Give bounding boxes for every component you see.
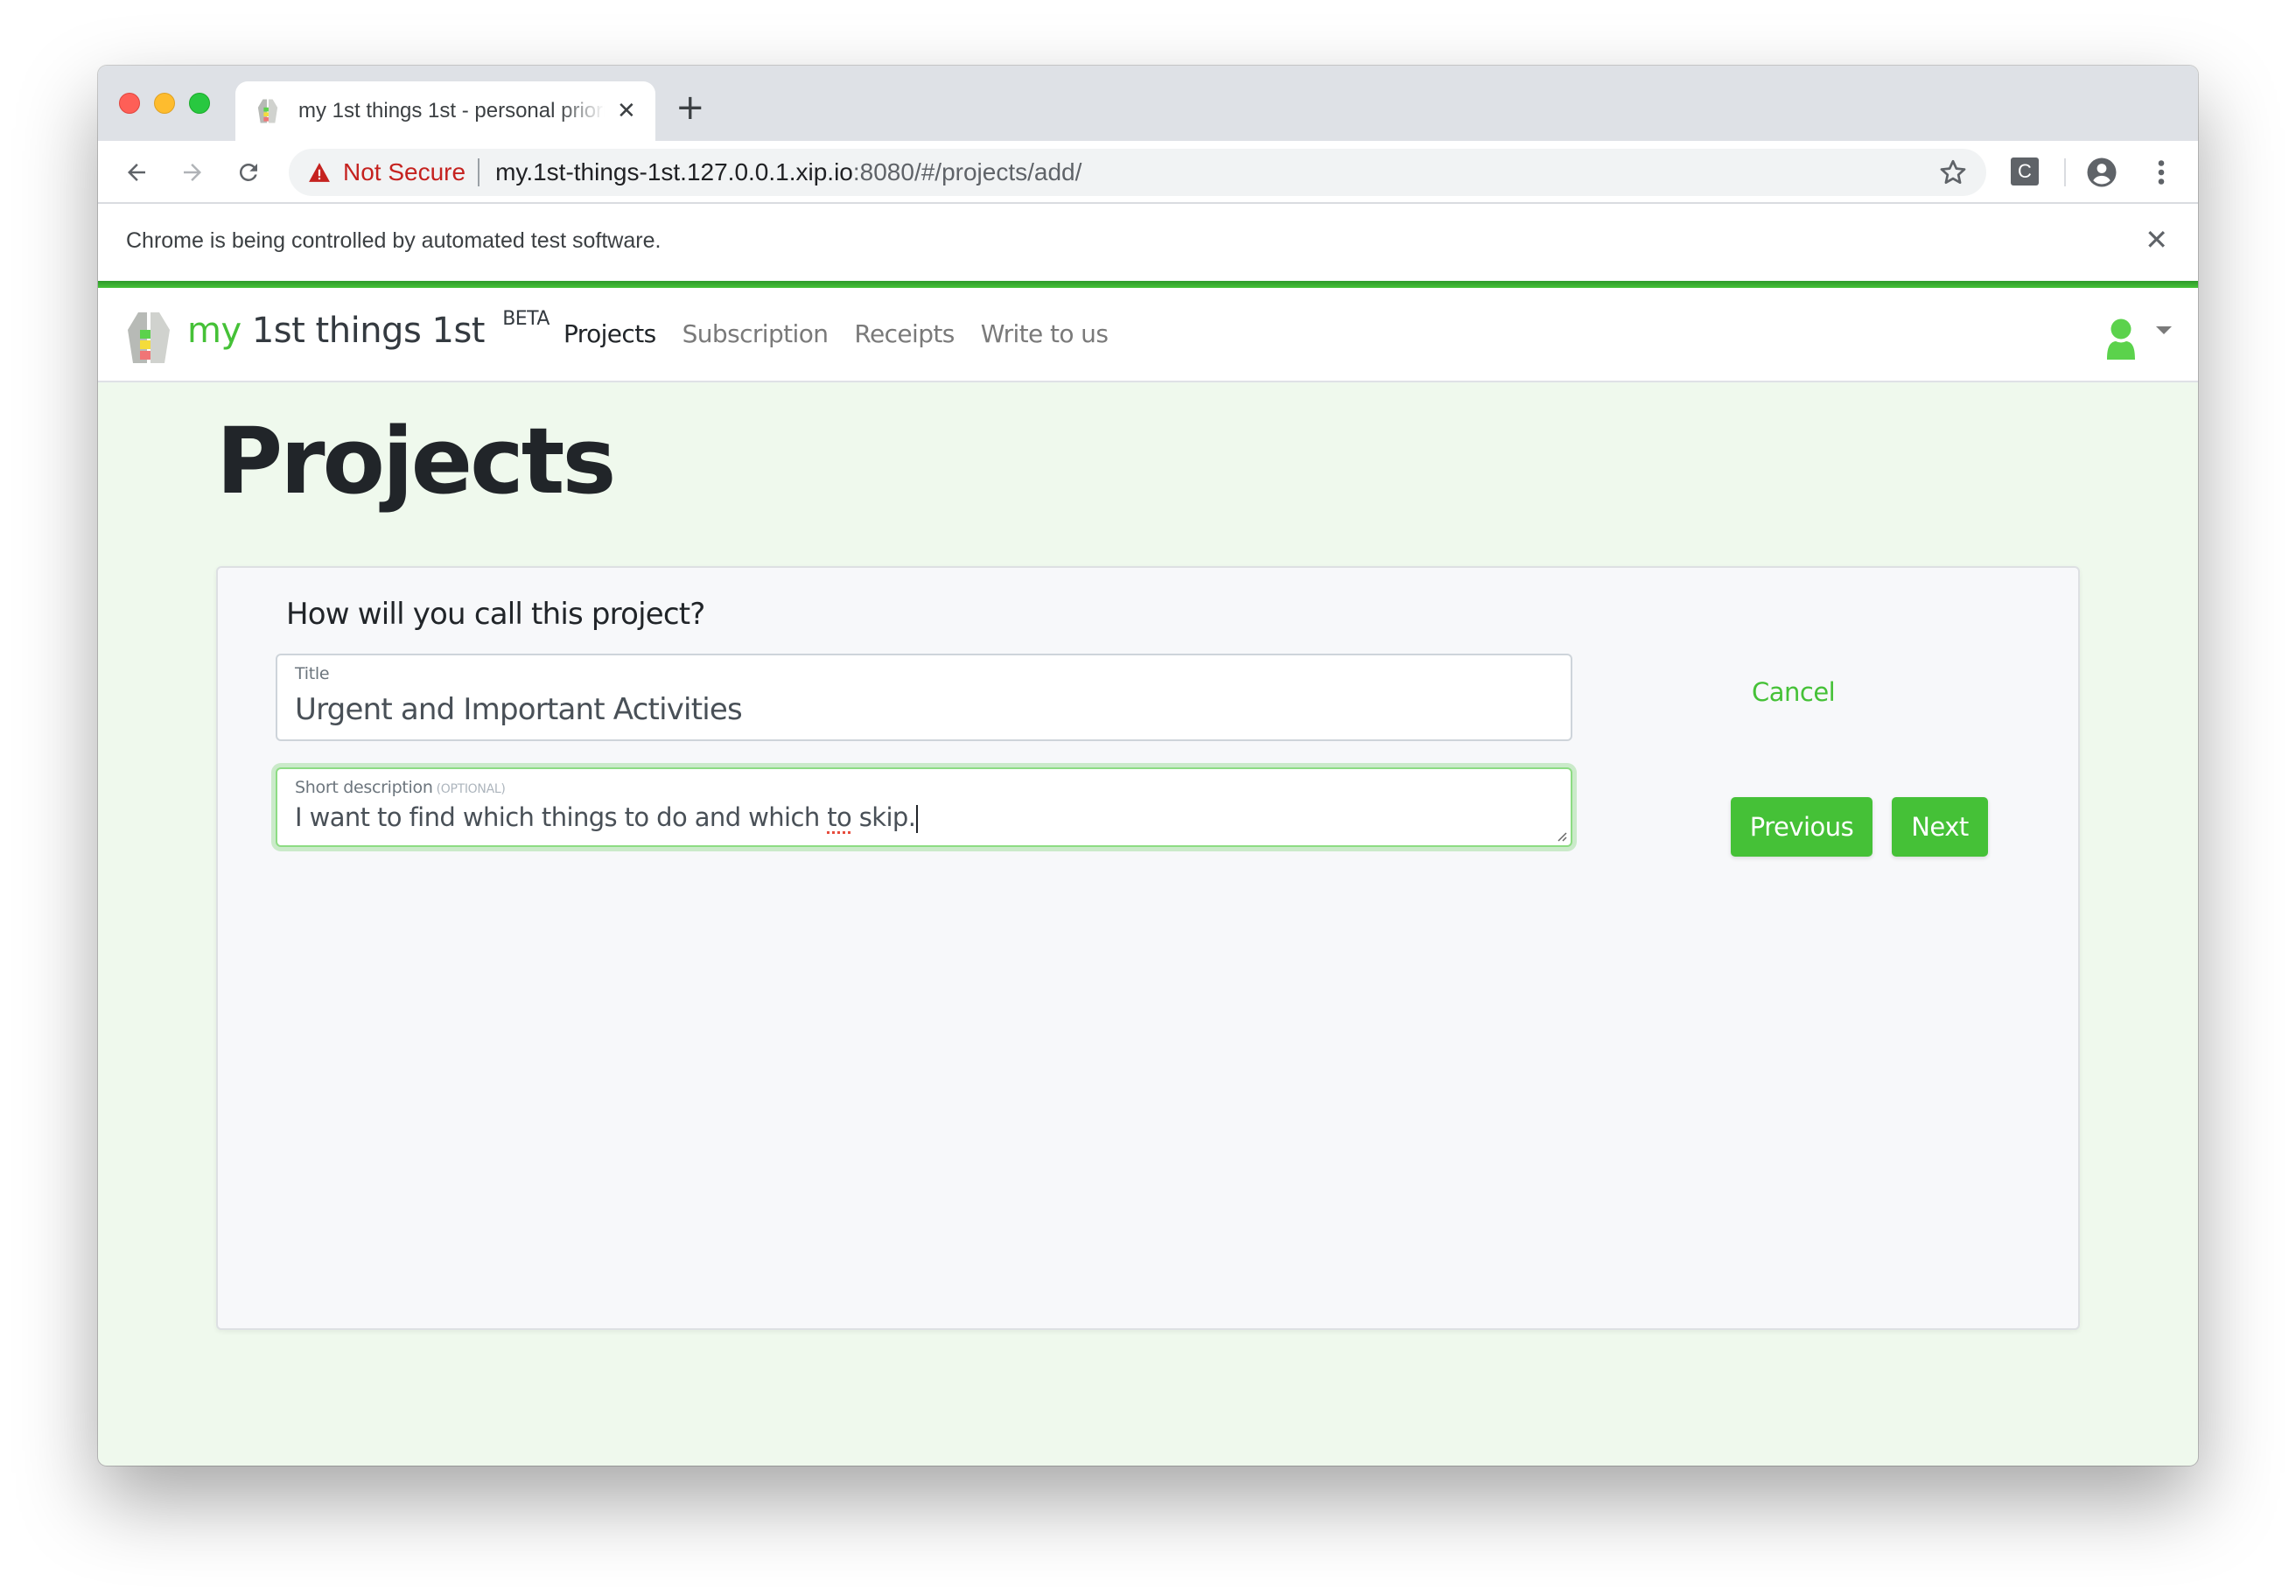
description-label-text: Short description <box>295 778 433 797</box>
page-title: Projects <box>216 408 616 514</box>
title-input[interactable]: Title Urgent and Important Activities <box>276 654 1572 741</box>
title-value[interactable]: Urgent and Important Activities <box>295 692 743 727</box>
infobar-text: Chrome is being controlled by automated … <box>126 228 662 253</box>
browser-window: my 1st things 1st - personal priorities … <box>98 66 2198 1466</box>
description-text-before: I want to find which things to do and wh… <box>295 802 828 832</box>
title-label: Title <box>295 664 330 683</box>
arrow-right-icon <box>184 164 201 181</box>
cancel-link[interactable]: Cancel <box>1752 677 1836 707</box>
new-tab-button[interactable]: + <box>676 90 705 125</box>
bookmark-star-icon[interactable] <box>1937 157 1969 192</box>
tab-title: my 1st things 1st - personal priorities <box>298 99 605 122</box>
maximize-window-button[interactable] <box>189 93 210 114</box>
brand-title: 1st things 1st <box>251 311 486 351</box>
optional-tag: (optional) <box>436 782 506 796</box>
toolbar-separator <box>2064 158 2066 186</box>
previous-button[interactable]: Previous <box>1731 797 1872 857</box>
brand-name[interactable]: my 1st things 1st BETA <box>187 307 550 351</box>
nav-subscription[interactable]: Subscription <box>682 319 829 348</box>
resize-handle-icon[interactable] <box>1555 830 1567 842</box>
arrow-left-icon <box>128 164 145 181</box>
tab-strip: my 1st things 1st - personal priorities … <box>98 66 2198 141</box>
description-value[interactable]: I want to find which things to do and wh… <box>295 802 919 833</box>
form-question: How will you call this project? <box>286 597 705 632</box>
security-label[interactable]: Not Secure <box>343 158 466 186</box>
profile-icon[interactable] <box>2086 157 2118 192</box>
address-bar[interactable]: Not Secure my.1st-things-1st.127.0.0.1.x… <box>289 149 1986 196</box>
close-window-button[interactable] <box>119 93 140 114</box>
url-path: :8080/#/projects/add/ <box>852 158 1082 186</box>
reload-button[interactable] <box>229 153 268 192</box>
project-form-card: How will you call this project? Title Ur… <box>216 566 2080 1330</box>
forward-button[interactable] <box>173 153 212 192</box>
beta-badge: BETA <box>502 307 550 330</box>
nav-projects[interactable]: Projects <box>564 319 656 348</box>
app-navbar: my 1st things 1st BETA Projects Subscrip… <box>98 288 2198 382</box>
user-menu[interactable] <box>2102 318 2172 360</box>
nav-receipts[interactable]: Receipts <box>854 319 955 348</box>
warning-icon <box>309 163 330 182</box>
back-button[interactable] <box>117 153 156 192</box>
text-caret <box>916 805 919 833</box>
automation-infobar: Chrome is being controlled by automated … <box>98 204 2198 281</box>
favicon-icon <box>256 98 279 124</box>
browser-tab[interactable]: my 1st things 1st - personal priorities … <box>235 81 655 141</box>
user-icon <box>2107 318 2135 360</box>
nav-write-to-us[interactable]: Write to us <box>981 319 1109 348</box>
accent-bar <box>98 281 2198 288</box>
main-nav: Projects Subscription Receipts Write to … <box>564 319 1109 348</box>
description-label: Short description (optional) <box>295 778 506 797</box>
spellcheck-word: to <box>827 802 852 832</box>
description-textarea[interactable]: Short description (optional) I want to fi… <box>276 767 1572 847</box>
caret-down-icon <box>2156 326 2172 334</box>
next-button[interactable]: Next <box>1892 797 1988 857</box>
brand-my: my <box>187 311 242 351</box>
browser-toolbar: Not Secure my.1st-things-1st.127.0.0.1.x… <box>98 141 2198 204</box>
extension-icon[interactable]: C <box>2011 158 2039 186</box>
infobar-close-icon[interactable]: ✕ <box>2145 223 2168 256</box>
url-host: my.1st-things-1st.127.0.0.1.xip.io <box>495 158 853 186</box>
menu-kebab-icon[interactable] <box>2156 157 2166 192</box>
logo-icon[interactable] <box>124 311 173 365</box>
reload-icon <box>239 163 257 181</box>
address-separator <box>478 158 480 186</box>
tab-close-icon[interactable]: ✕ <box>617 98 636 124</box>
description-text-after: skip. <box>851 802 916 832</box>
minimize-window-button[interactable] <box>154 93 175 114</box>
